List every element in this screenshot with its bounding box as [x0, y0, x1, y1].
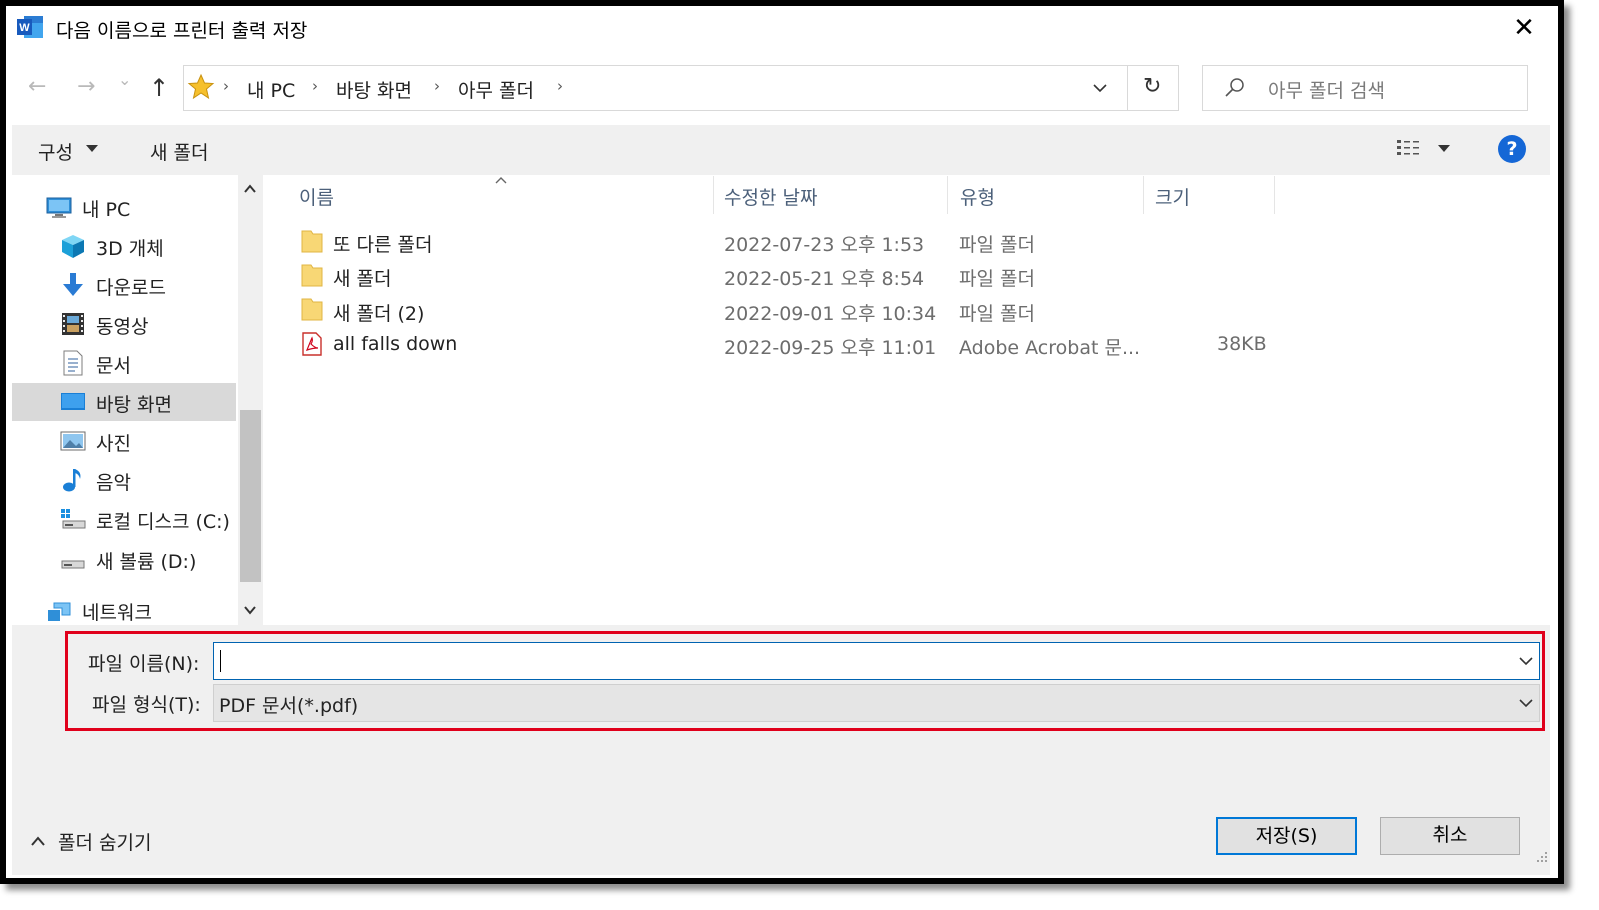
- folder-icon: [301, 264, 323, 287]
- column-header-modified[interactable]: 수정한 날짜: [724, 183, 817, 210]
- breadcrumb-separator[interactable]: ›: [557, 77, 563, 95]
- sidebar-item-label: 바탕 화면: [96, 394, 172, 416]
- sidebar-item-label: 내 PC: [82, 199, 131, 221]
- window-title: 다음 이름으로 프린터 출력 저장: [56, 20, 308, 42]
- system-drive-icon: [61, 509, 86, 529]
- file-name: 또 다른 폴더: [333, 234, 433, 256]
- organize-menu-button[interactable]: 구성: [38, 138, 73, 165]
- word-app-icon: W: [17, 16, 43, 38]
- column-divider[interactable]: [1143, 176, 1144, 214]
- save-button[interactable]: 저장(S): [1216, 817, 1357, 855]
- sidebar-item-label: 사진: [96, 433, 131, 455]
- organize-dropdown-icon[interactable]: [86, 145, 98, 153]
- folder-icon: [301, 298, 323, 321]
- breadcrumb-separator[interactable]: ›: [223, 77, 229, 95]
- column-divider[interactable]: [1274, 176, 1275, 214]
- sidebar-item-downloads[interactable]: 다운로드: [60, 266, 236, 304]
- column-divider[interactable]: [713, 176, 714, 214]
- video-icon: [62, 313, 84, 335]
- file-name: all falls down: [333, 333, 458, 355]
- chevron-up-icon[interactable]: [30, 835, 46, 847]
- sidebar-item-videos[interactable]: 동영상: [60, 305, 236, 343]
- cancel-button[interactable]: 취소: [1380, 817, 1520, 855]
- breadcrumb-my-pc[interactable]: 내 PC: [247, 76, 295, 103]
- help-icon[interactable]: ?: [1498, 135, 1526, 163]
- computer-icon: [46, 197, 72, 218]
- view-details-icon[interactable]: [1396, 138, 1424, 160]
- sidebar-item-label: 음악: [96, 472, 131, 494]
- search-placeholder[interactable]: 아무 폴더 검색: [1268, 76, 1385, 103]
- sidebar-item-label: 3D 개체: [96, 238, 164, 260]
- organize-label: 구성: [38, 142, 73, 164]
- file-modified: 2022-07-23 오후 1:53: [724, 234, 925, 256]
- column-header-name[interactable]: 이름: [299, 183, 334, 210]
- file-name: 새 폴더: [333, 268, 392, 290]
- new-folder-button[interactable]: 새 폴더: [150, 138, 208, 165]
- hide-folders-button[interactable]: 폴더 숨기기: [58, 828, 151, 855]
- sidebar-item-my-pc[interactable]: 내 PC: [46, 188, 236, 226]
- address-history-chevron-icon[interactable]: [1092, 82, 1108, 94]
- sidebar-item-label: 로컬 디스크 (C:): [96, 511, 230, 533]
- command-bar: [12, 125, 1550, 175]
- forward-icon[interactable]: →: [77, 74, 95, 99]
- sidebar-item-music[interactable]: 음악: [60, 461, 236, 499]
- scroll-up-icon[interactable]: [243, 183, 257, 195]
- scroll-down-icon[interactable]: [243, 604, 257, 616]
- folder-icon: [301, 230, 323, 253]
- pdf-icon: [302, 332, 322, 356]
- close-icon[interactable]: ✕: [1508, 12, 1540, 44]
- column-header-size[interactable]: 크기: [1155, 183, 1190, 210]
- breadcrumb-separator[interactable]: ›: [312, 77, 318, 95]
- back-icon[interactable]: ←: [28, 74, 46, 99]
- file-type: 파일 폴더: [959, 268, 1035, 290]
- drive-icon: [61, 560, 85, 569]
- resize-grip-icon[interactable]: [1535, 850, 1549, 864]
- recent-locations-icon[interactable]: ⌄: [118, 70, 131, 89]
- file-name: 새 폴더 (2): [333, 303, 425, 325]
- document-icon: [63, 350, 83, 376]
- column-divider[interactable]: [947, 176, 948, 214]
- up-folder-icon[interactable]: ↑: [149, 74, 169, 102]
- sidebar-item-label: 문서: [96, 355, 131, 377]
- sidebar-item-label: 네트워크: [82, 602, 152, 624]
- column-header-type[interactable]: 유형: [960, 183, 995, 210]
- file-size: 38KB: [1217, 333, 1267, 355]
- file-modified: 2022-09-01 오후 10:34: [724, 303, 937, 325]
- file-type: 파일 폴더: [959, 234, 1035, 256]
- breadcrumb-separator[interactable]: ›: [434, 77, 440, 95]
- sidebar-item-3d-objects[interactable]: 3D 개체: [60, 227, 236, 265]
- breadcrumb-desktop[interactable]: 바탕 화면: [336, 76, 412, 103]
- sidebar-item-label: 다운로드: [96, 277, 166, 299]
- sidebar-item-local-disk-c[interactable]: 로컬 디스크 (C:): [60, 500, 238, 538]
- breadcrumb-some-folder[interactable]: 아무 폴더: [458, 76, 534, 103]
- search-icon: [1225, 78, 1244, 97]
- desktop-icon: [61, 393, 85, 410]
- quick-access-star-icon: [187, 73, 215, 100]
- sidebar-item-desktop[interactable]: 바탕 화면: [12, 383, 236, 421]
- file-type: Adobe Acrobat 문...: [959, 337, 1141, 359]
- download-icon: [63, 273, 83, 296]
- file-modified: 2022-09-25 오후 11:01: [724, 337, 937, 359]
- address-bar[interactable]: [183, 65, 1179, 111]
- sidebar-item-pictures[interactable]: 사진: [60, 422, 236, 460]
- music-icon: [63, 469, 81, 492]
- sort-ascending-icon: [495, 177, 507, 184]
- sidebar-item-documents[interactable]: 문서: [60, 344, 236, 382]
- file-modified: 2022-05-21 오후 8:54: [724, 268, 925, 290]
- highlight-box: [65, 631, 1545, 731]
- sidebar-item-label: 동영상: [96, 316, 149, 338]
- sidebar-item-volume-d[interactable]: 새 볼륨 (D:): [60, 540, 236, 578]
- sidebar-scroll-thumb[interactable]: [240, 410, 261, 582]
- refresh-icon[interactable]: ↻: [1143, 74, 1161, 99]
- view-options-dropdown-icon[interactable]: [1438, 145, 1450, 153]
- sidebar-item-network[interactable]: 네트워크: [46, 591, 236, 629]
- file-type: 파일 폴더: [959, 303, 1035, 325]
- cube-icon: [62, 235, 84, 258]
- network-icon: [48, 602, 71, 621]
- picture-icon: [60, 431, 86, 451]
- svg-text:W: W: [19, 22, 30, 34]
- sidebar-item-label: 새 볼륨 (D:): [96, 551, 197, 573]
